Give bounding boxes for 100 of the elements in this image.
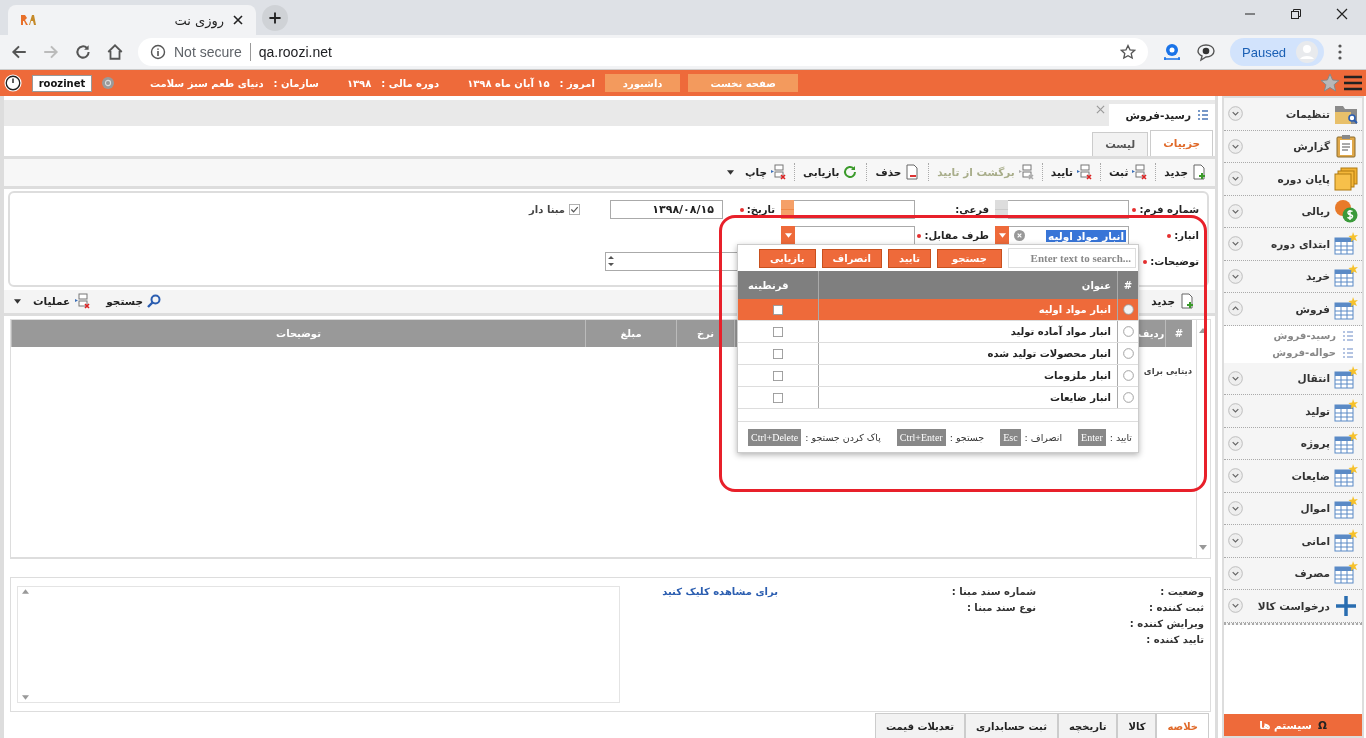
sidebar-item[interactable]: پایان دوره (1224, 163, 1362, 196)
back-icon[interactable] (10, 43, 28, 61)
caret-icon[interactable] (784, 233, 792, 239)
sidebar-item[interactable]: انتقال (1224, 362, 1362, 395)
toolbar-button[interactable]: بازیابی (803, 164, 859, 181)
forward-icon[interactable] (42, 43, 60, 61)
table-row[interactable]: انبار محصولات تولید شده (738, 343, 1138, 365)
toolbar-button[interactable]: چاپ (727, 164, 787, 181)
profile-button[interactable]: Paused (1230, 38, 1325, 66)
operations-button[interactable]: عملیات (14, 293, 91, 310)
date-field[interactable]: ۱۳۹۸/۰۸/۱۵ (610, 200, 723, 220)
bottom-tab[interactable]: ثبت حسابداری (965, 713, 1058, 738)
shortcut-label: انصراف : (1024, 431, 1063, 443)
checkbox[interactable] (773, 304, 783, 315)
home-icon[interactable] (106, 43, 124, 61)
browser-tab[interactable]: روزی نت (8, 5, 256, 35)
new-tab-icon[interactable] (262, 5, 288, 31)
column-header: نرخ (676, 320, 734, 348)
sidebar-item[interactable]: اموال (1224, 492, 1362, 525)
radio-button[interactable] (1122, 392, 1134, 403)
radio-button[interactable] (1122, 370, 1134, 381)
scroll-up-icon[interactable] (1199, 328, 1207, 334)
key-badge: Ctrl+Delete (747, 428, 802, 446)
bottom-tab[interactable]: کالا (1117, 713, 1157, 738)
sidebar-item[interactable]: مصرف (1224, 557, 1362, 590)
spinner-icon[interactable] (608, 255, 614, 268)
field-label: فرعی: (954, 204, 990, 216)
detail-label: ثبت کننده : (1147, 602, 1204, 614)
toolbar-button[interactable]: ثبت (1109, 164, 1148, 181)
translate-extension-icon[interactable] (1162, 42, 1182, 62)
sidebar-subitem[interactable]: حواله-فروش (1224, 346, 1354, 359)
menu-icon[interactable] (1338, 44, 1343, 60)
notes-field[interactable] (17, 586, 620, 704)
star-icon[interactable] (1120, 44, 1136, 60)
sidebar-item[interactable]: ضایعات (1224, 460, 1362, 493)
radio-button[interactable] (1122, 326, 1134, 337)
windows-icon (1131, 164, 1148, 181)
table-row[interactable]: انبار ضایعات (738, 387, 1138, 409)
checkbox[interactable] (569, 204, 580, 216)
sidebar-item[interactable]: تولید (1224, 395, 1362, 428)
toolbar-button[interactable]: جدید (1164, 164, 1207, 181)
clear-icon[interactable] (1014, 230, 1025, 242)
scroll-down-icon[interactable] (22, 695, 29, 701)
speech-bubble-icon[interactable] (1196, 42, 1216, 62)
sidebar-item[interactable]: ریالی (1224, 195, 1362, 228)
sidebar-item[interactable]: درخواست کالا (1224, 590, 1362, 623)
new-document-icon (1191, 164, 1207, 181)
reload-icon[interactable] (74, 43, 92, 61)
sidebar-item[interactable]: گزارش (1224, 130, 1362, 163)
view-link[interactable]: برای مشاهده کلیک کنید (628, 586, 778, 598)
coins-icon (1334, 199, 1358, 224)
sidebar-item[interactable]: پروژه (1224, 427, 1362, 460)
table-icon (1334, 264, 1358, 289)
bottom-tab[interactable]: تاریخچه (1057, 713, 1118, 738)
radio-button[interactable] (1122, 304, 1134, 315)
shortcut-label: پاک کردن جستجو : (805, 431, 881, 443)
search-field[interactable]: Enter text to search... (1008, 248, 1136, 268)
close-icon[interactable] (1336, 8, 1348, 20)
address-bar[interactable]: Not secure qa.roozi.net (138, 38, 1148, 66)
sidebar-item[interactable]: تنظیمات (1224, 98, 1362, 131)
list-icon (1342, 346, 1354, 359)
toolbar-button[interactable]: تایید (1050, 164, 1092, 181)
sidebar-item[interactable]: خرید (1224, 260, 1362, 293)
caret-icon[interactable] (998, 233, 1006, 239)
table-icon (1334, 231, 1358, 256)
document-tab[interactable]: رسید-فروش (1109, 103, 1215, 126)
sidebar-item[interactable]: امانی (1224, 525, 1362, 558)
scroll-down-icon[interactable] (1199, 545, 1207, 551)
close-icon[interactable] (232, 14, 244, 26)
header-value: دنیای طعم سبز سلامت (150, 77, 264, 89)
restore-icon[interactable] (1290, 8, 1302, 20)
star-icon[interactable] (1320, 73, 1340, 93)
table-icon (1334, 528, 1358, 553)
table-row[interactable]: انبار ملزومات (738, 365, 1138, 387)
checkbox[interactable] (773, 392, 783, 403)
security-status: Not secure (174, 44, 242, 60)
search-button[interactable]: جستجو (106, 294, 161, 309)
view-tab[interactable]: لیست (1092, 131, 1149, 156)
shortcut-label: جستجو : (949, 431, 985, 443)
radio-button[interactable] (1122, 348, 1134, 359)
checkbox[interactable] (773, 348, 783, 359)
sidebar-item[interactable]: فروش (1224, 293, 1362, 326)
checkbox[interactable] (773, 370, 783, 381)
stack-icon (1334, 166, 1358, 191)
windows-icon (1076, 164, 1092, 181)
user-field[interactable]: roozinet (32, 74, 92, 92)
toolbar-button[interactable]: حذف (875, 164, 921, 181)
checkbox[interactable] (773, 326, 783, 337)
menu-icon[interactable] (1344, 75, 1362, 91)
power-icon[interactable] (4, 74, 22, 92)
new-button[interactable]: جدید (1151, 293, 1195, 310)
bottom-tab[interactable]: تعدیلات قیمت (875, 713, 965, 738)
sidebar-item[interactable]: ابتدای دوره (1224, 228, 1362, 261)
sidebar-subitem[interactable]: رسید-فروش (1224, 329, 1354, 342)
table-row[interactable]: انبار مواد آماده تولید (738, 321, 1138, 343)
scroll-up-icon[interactable] (22, 589, 29, 595)
detail-label: تایید کننده : (1145, 634, 1204, 646)
windows-icon (74, 293, 91, 310)
scrollbar[interactable] (1196, 320, 1210, 559)
header-value: ۱۵ آبان ماه ۱۳۹۸ (467, 77, 550, 89)
